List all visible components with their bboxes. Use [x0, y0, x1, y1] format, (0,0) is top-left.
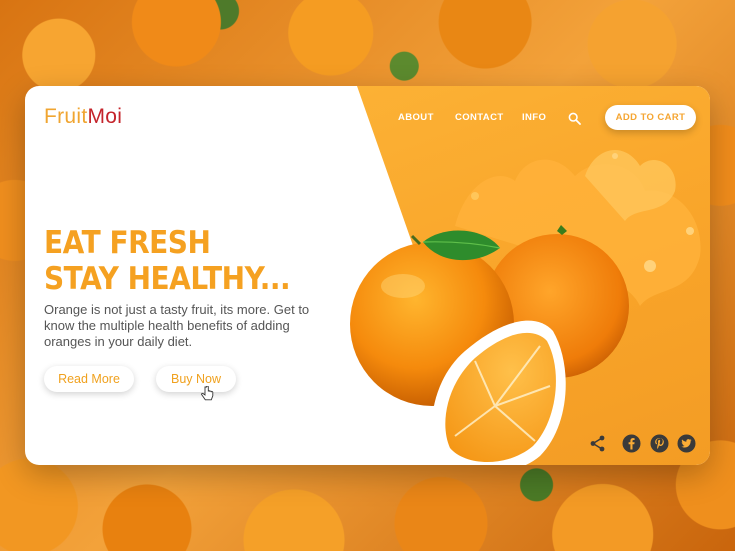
- facebook-icon[interactable]: [622, 434, 641, 453]
- logo-text-fruit: Fruit: [44, 105, 88, 128]
- add-to-cart-button[interactable]: ADD TO CART: [605, 105, 696, 130]
- headline-line-1: EAT FRESH: [44, 224, 211, 261]
- share-icon[interactable]: [588, 434, 607, 453]
- logo[interactable]: FruitMoi: [44, 105, 122, 129]
- nav-info[interactable]: INFO: [522, 112, 546, 123]
- nav-contact[interactable]: CONTACT: [455, 112, 504, 123]
- twitter-icon[interactable]: [677, 434, 696, 453]
- cursor-icon: [201, 386, 214, 401]
- orange-fruit-image: [350, 149, 701, 465]
- landing-card: FruitMoi ABOUT CONTACT INFO ADD TO CART …: [25, 86, 710, 465]
- read-more-button[interactable]: Read More: [44, 366, 134, 392]
- logo-text-moi: Moi: [87, 105, 123, 128]
- search-icon[interactable]: [568, 112, 581, 125]
- buy-now-button[interactable]: Buy Now: [156, 366, 236, 392]
- hero-description: Orange is not just a tasty fruit, its mo…: [44, 302, 310, 349]
- headline-line-2: STAY HEALTHY...: [44, 260, 291, 297]
- pinterest-icon[interactable]: [650, 434, 669, 453]
- nav-about[interactable]: ABOUT: [398, 112, 434, 123]
